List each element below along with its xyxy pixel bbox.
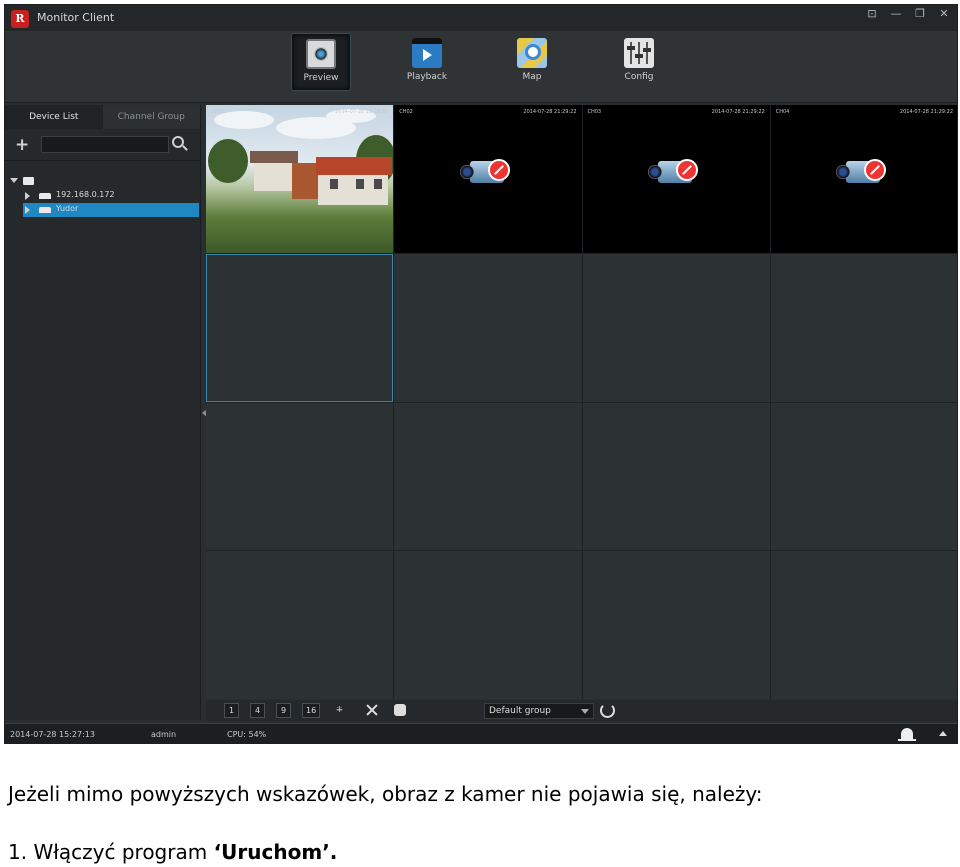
fullscreen-icon[interactable] — [365, 703, 379, 717]
search-icon[interactable] — [172, 136, 184, 148]
expand-up-icon[interactable] — [939, 731, 947, 736]
channel-label: CH01 — [211, 109, 225, 115]
group-select[interactable]: Default group — [484, 703, 594, 719]
preview-button[interactable]: Preview — [291, 33, 351, 91]
layout-4-button[interactable]: 4 — [250, 703, 265, 718]
layout-9-button[interactable]: 9 — [276, 703, 291, 718]
video-cell-10[interactable] — [394, 402, 582, 551]
layout-16-button[interactable]: 16 — [302, 703, 321, 718]
layout-bar: 1 4 9 16 ⁜ Default group — [206, 700, 957, 721]
device-tree: 192.168.0.172 Yudor — [5, 175, 201, 217]
dvr-device-icon — [39, 207, 51, 213]
playback-label: Playback — [406, 72, 448, 82]
layout-1-button[interactable]: 1 — [224, 703, 239, 718]
video-grid: CH01 2014-07-28 21:29:22 CH02 2014-07-28… — [206, 105, 957, 699]
preview-camera-icon — [306, 39, 336, 69]
device-panel: Device List Channel Group + 192.168.0.17… — [5, 105, 201, 720]
tree-item-label: Yudor — [56, 204, 79, 213]
video-cell-14[interactable] — [394, 551, 582, 699]
restore-icon[interactable]: ❐ — [913, 7, 927, 20]
channel-timestamp: 2014-07-28 21:29:22 — [335, 109, 389, 115]
video-cell-12[interactable] — [770, 402, 957, 551]
tree-root[interactable] — [5, 175, 201, 189]
channel-label: CH04 — [775, 109, 790, 115]
tree-item-192-168-0-172[interactable]: 192.168.0.172 — [5, 189, 201, 203]
app-logo-icon: R — [11, 10, 29, 28]
video-cell-3[interactable]: CH03 2014-07-28 21:29:22 — [582, 105, 770, 253]
video-cell-13[interactable] — [206, 551, 394, 699]
map-label: Map — [522, 72, 542, 82]
search-row: + — [5, 129, 200, 161]
config-sliders-icon — [624, 38, 654, 68]
step-text: 1. Włączyć program — [8, 840, 214, 864]
config-label: Config — [624, 72, 654, 82]
video-cell-6[interactable] — [394, 253, 582, 402]
channel-timestamp: 2014-07-28 21:29:22 — [523, 109, 577, 115]
panel-tabs: Device List Channel Group — [5, 105, 200, 129]
close-icon[interactable]: ✕ — [937, 7, 951, 20]
playback-button[interactable]: Playback — [397, 33, 457, 91]
video-cell-7[interactable] — [582, 253, 770, 402]
tab-device-list[interactable]: Device List — [5, 105, 103, 129]
document-step-1: 1. Włączyć program ‘Uruchom’. — [8, 840, 337, 864]
folder-icon — [23, 177, 34, 185]
status-bar: 2014-07-28 15:27:13 admin CPU: 54% — [5, 723, 957, 743]
camera-offline-icon — [459, 157, 516, 191]
video-cell-16[interactable] — [770, 551, 957, 699]
title-bar: R Monitor Client ⊡ — ❐ ✕ — [5, 5, 957, 31]
video-cell-1[interactable]: CH01 2014-07-28 21:29:22 — [206, 105, 394, 253]
lock-icon[interactable]: ⊡ — [865, 7, 879, 20]
window-controls: ⊡ — ❐ ✕ — [865, 7, 951, 20]
video-cell-8[interactable] — [770, 253, 957, 402]
video-cell-15[interactable] — [582, 551, 770, 699]
channel-timestamp: 2014-07-28 21:29:22 — [711, 109, 765, 115]
tree-item-yudor[interactable]: Yudor — [23, 203, 199, 217]
tree-item-label: 192.168.0.172 — [56, 190, 115, 199]
video-cell-5[interactable] — [206, 253, 394, 402]
map-icon — [517, 38, 547, 68]
dvr-device-icon — [39, 193, 51, 199]
status-user: admin — [151, 730, 177, 739]
minimize-icon[interactable]: — — [889, 7, 903, 20]
channel-timestamp: 2014-07-28 21:29:22 — [899, 109, 953, 115]
video-cell-2[interactable]: CH02 2014-07-28 21:29:22 — [394, 105, 582, 253]
expand-arrow-icon[interactable] — [10, 178, 18, 183]
video-cell-11[interactable] — [582, 402, 770, 551]
camera-live-image — [206, 105, 394, 253]
camera-offline-icon — [648, 157, 704, 191]
playback-clapper-icon — [412, 38, 442, 68]
video-cell-4[interactable]: CH04 2014-07-28 21:29:22 — [770, 105, 957, 253]
group-select-value: Default group — [489, 706, 551, 716]
channel-label: CH03 — [587, 109, 602, 115]
collapse-arrow-icon[interactable] — [25, 192, 30, 200]
collapse-arrow-icon[interactable] — [25, 206, 30, 214]
main-toolbar: Preview Playback Map Config — [5, 31, 957, 103]
app-title: Monitor Client — [37, 11, 115, 24]
chevron-down-icon — [581, 709, 589, 714]
status-cpu: CPU: 54% — [227, 730, 267, 739]
alarm-icon[interactable] — [898, 728, 916, 741]
document-paragraph: Jeżeli mimo powyższych wskazówek, obraz … — [8, 782, 763, 806]
video-cell-9[interactable] — [206, 402, 394, 551]
device-search-input[interactable] — [41, 136, 169, 153]
config-button[interactable]: Config — [609, 33, 669, 91]
stop-all-icon[interactable] — [394, 704, 406, 716]
refresh-icon[interactable] — [600, 703, 615, 718]
tab-channel-group[interactable]: Channel Group — [102, 105, 200, 129]
custom-layout-icon[interactable]: ⁜ — [332, 703, 347, 718]
camera-offline-icon — [836, 157, 892, 191]
monitor-client-window: R Monitor Client ⊡ — ❐ ✕ Preview Playbac… — [4, 4, 958, 744]
add-device-icon[interactable]: + — [15, 135, 29, 155]
program-name: ‘Uruchom’. — [213, 840, 338, 864]
map-button[interactable]: Map — [502, 33, 562, 91]
preview-label: Preview — [303, 73, 339, 83]
channel-label: CH02 — [399, 109, 413, 115]
status-datetime: 2014-07-28 15:27:13 — [10, 730, 95, 739]
